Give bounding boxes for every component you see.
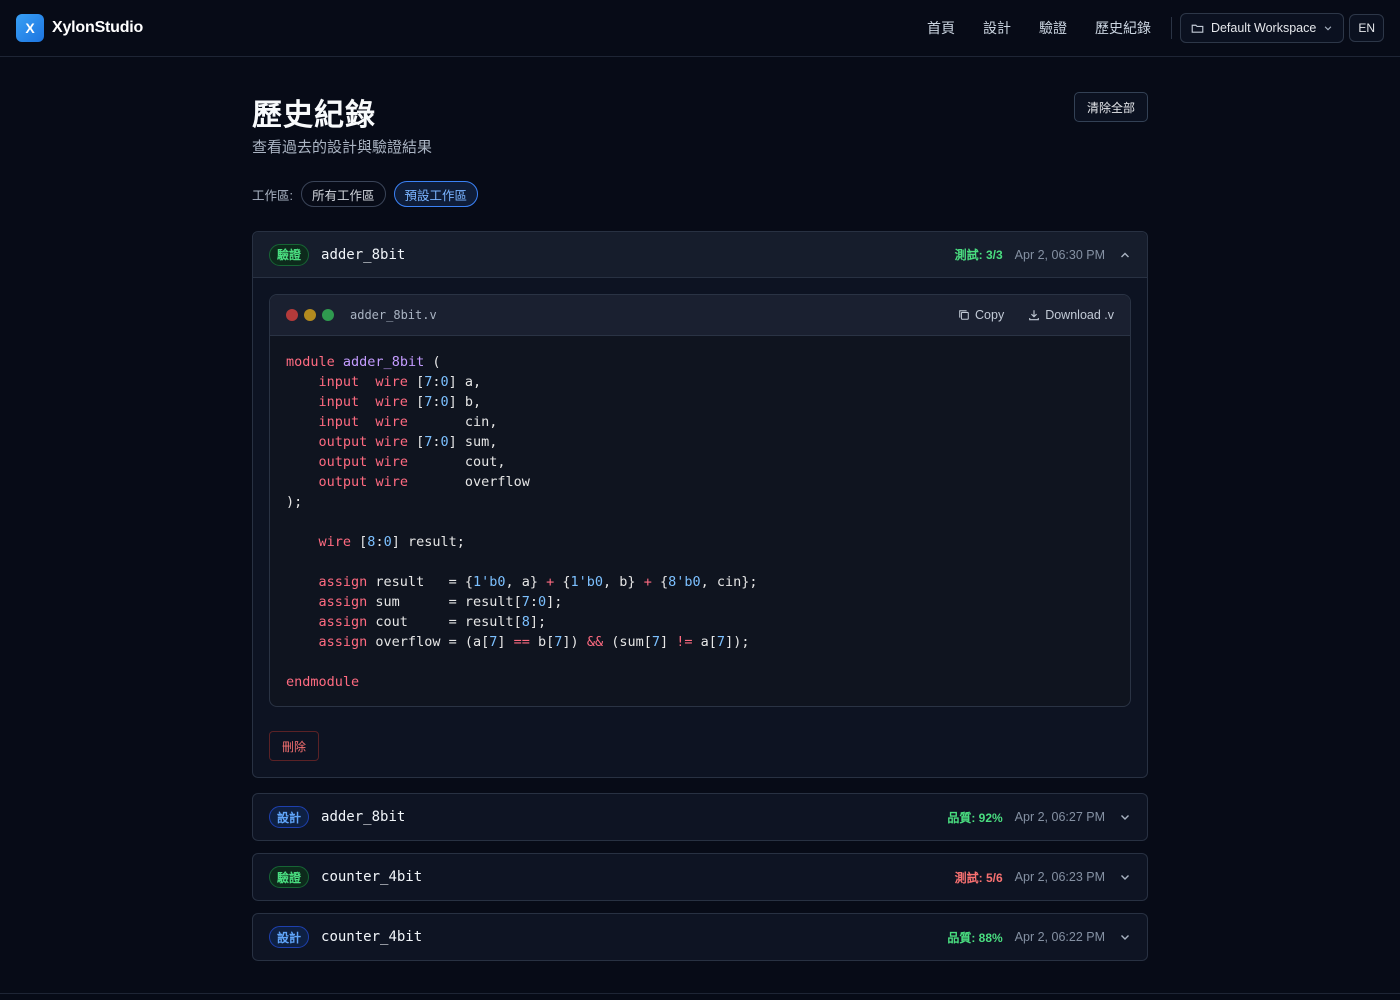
folder-icon [1191, 24, 1204, 33]
download-button[interactable]: Download .v [1028, 308, 1114, 322]
test-result: 測試: 5/6 [954, 870, 1003, 885]
chevron-down-icon[interactable] [1119, 931, 1131, 943]
chevron-down-icon [1324, 26, 1332, 31]
window-dot-red [286, 309, 298, 321]
code-line: wire [8:0] result; [318, 534, 465, 550]
timestamp: Apr 2, 06:27 PM [1014, 810, 1105, 824]
footer-divider [0, 993, 1400, 994]
type-badge: 驗證 [269, 866, 310, 888]
quality-score: 品質: 92% [947, 810, 1003, 825]
delete-button[interactable]: 刪除 [269, 731, 319, 761]
quality-score: 品質: 88% [947, 930, 1003, 945]
code-line: input wire [7:0] a, [318, 374, 482, 390]
download-label: Download .v [1045, 308, 1114, 322]
code-line: assign result = {1'b0, a} + {1'b0, b} + … [318, 574, 758, 590]
history-card-name: counter_4bit [321, 869, 423, 885]
chip-default-workspace[interactable]: 預設工作區 [393, 181, 479, 207]
chevron-down-icon[interactable] [1119, 871, 1131, 883]
copy-icon [959, 310, 969, 320]
chevron-up-icon[interactable] [1119, 249, 1131, 261]
page-subtitle: 查看過去的設計與驗證結果 [252, 139, 433, 156]
type-badge: 設計 [269, 806, 310, 828]
test-result: 測試: 3/3 [954, 248, 1003, 262]
window-dot-yellow [304, 309, 316, 321]
code-line: output wire cout, [318, 454, 506, 470]
workspace-select-value: Default Workspace [1210, 21, 1317, 35]
top-navbar: X XylonStudio 首頁 設計 驗證 歷史紀錄 Default Work… [0, 0, 1400, 57]
language-toggle[interactable]: EN [1349, 14, 1384, 42]
workspace-select[interactable]: Default Workspace [1179, 13, 1345, 43]
code-filename: adder_8bit.v [350, 308, 437, 322]
download-icon [1029, 310, 1040, 321]
nav-history[interactable]: 歷史紀錄 [1095, 18, 1151, 38]
history-card-header[interactable]: 設計 adder_8bit 品質: 92% Apr 2, 06:27 PM [253, 794, 1147, 840]
chevron-down-icon[interactable] [1119, 811, 1131, 823]
copy-button[interactable]: Copy [958, 308, 1004, 322]
code-line: output wire [7:0] sum, [318, 434, 498, 450]
main-nav: 首頁 設計 驗證 歷史紀錄 Default Workspace EN [927, 13, 1384, 43]
history-card-header[interactable]: 驗證 counter_4bit 測試: 5/6 Apr 2, 06:23 PM [253, 854, 1147, 900]
nav-verify[interactable]: 驗證 [1039, 18, 1067, 38]
verilog-code: module adder_8bit ( input wire [7:0] a, … [270, 336, 1130, 706]
code-line: module adder_8bit ( [286, 354, 441, 370]
page-title: 歷史紀錄 [252, 99, 376, 132]
nav-home[interactable]: 首頁 [927, 18, 955, 38]
history-card-name: adder_8bit [321, 809, 406, 825]
history-card-name: adder_8bit [321, 246, 406, 263]
history-card-header[interactable]: 設計 counter_4bit 品質: 88% Apr 2, 06:22 PM [253, 914, 1147, 960]
code-line: ); [286, 494, 303, 510]
workspace-filter-label: 工作區: [252, 188, 293, 203]
history-card: 設計 counter_4bit 品質: 88% Apr 2, 06:22 PM [252, 913, 1148, 961]
code-line: assign overflow = (a[7] == b[7]) && (sum… [318, 634, 750, 650]
history-card: 驗證 counter_4bit 測試: 5/6 Apr 2, 06:23 PM [252, 853, 1148, 901]
clear-all-button[interactable]: 清除全部 [1073, 92, 1148, 122]
code-line: input wire cin, [318, 414, 498, 430]
history-card-header[interactable]: 驗證 adder_8bit 測試: 3/3 Apr 2, 06:30 PM [253, 232, 1147, 278]
copy-label: Copy [975, 308, 1005, 322]
type-badge: 設計 [269, 926, 310, 948]
code-line: assign sum = result[7:0]; [318, 594, 563, 610]
history-card: 驗證 adder_8bit 測試: 3/3 Apr 2, 06:30 PM ad… [252, 231, 1148, 778]
code-line: input wire [7:0] b, [318, 394, 482, 410]
history-card-name: counter_4bit [321, 929, 423, 945]
code-toolbar: adder_8bit.v Copy Download .v [270, 295, 1130, 336]
code-line: assign cout = result[8]; [318, 614, 547, 630]
code-window: adder_8bit.v Copy Download .v module add… [269, 294, 1131, 707]
workspace-filter: 工作區: 所有工作區 預設工作區 [252, 181, 479, 207]
code-line: endmodule [286, 674, 360, 690]
brand-name[interactable]: XylonStudio [52, 19, 143, 37]
nav-design[interactable]: 設計 [983, 18, 1011, 38]
logo-icon[interactable]: X [16, 14, 44, 42]
window-dot-green [322, 309, 334, 321]
timestamp: Apr 2, 06:23 PM [1014, 870, 1105, 884]
history-card: 設計 adder_8bit 品質: 92% Apr 2, 06:27 PM [252, 793, 1148, 841]
type-badge: 驗證 [269, 243, 310, 266]
code-line: output wire overflow [318, 474, 530, 490]
nav-divider [1170, 17, 1172, 39]
timestamp: Apr 2, 06:22 PM [1014, 930, 1105, 944]
timestamp: Apr 2, 06:30 PM [1014, 247, 1105, 262]
chip-all-workspaces[interactable]: 所有工作區 [300, 181, 386, 207]
